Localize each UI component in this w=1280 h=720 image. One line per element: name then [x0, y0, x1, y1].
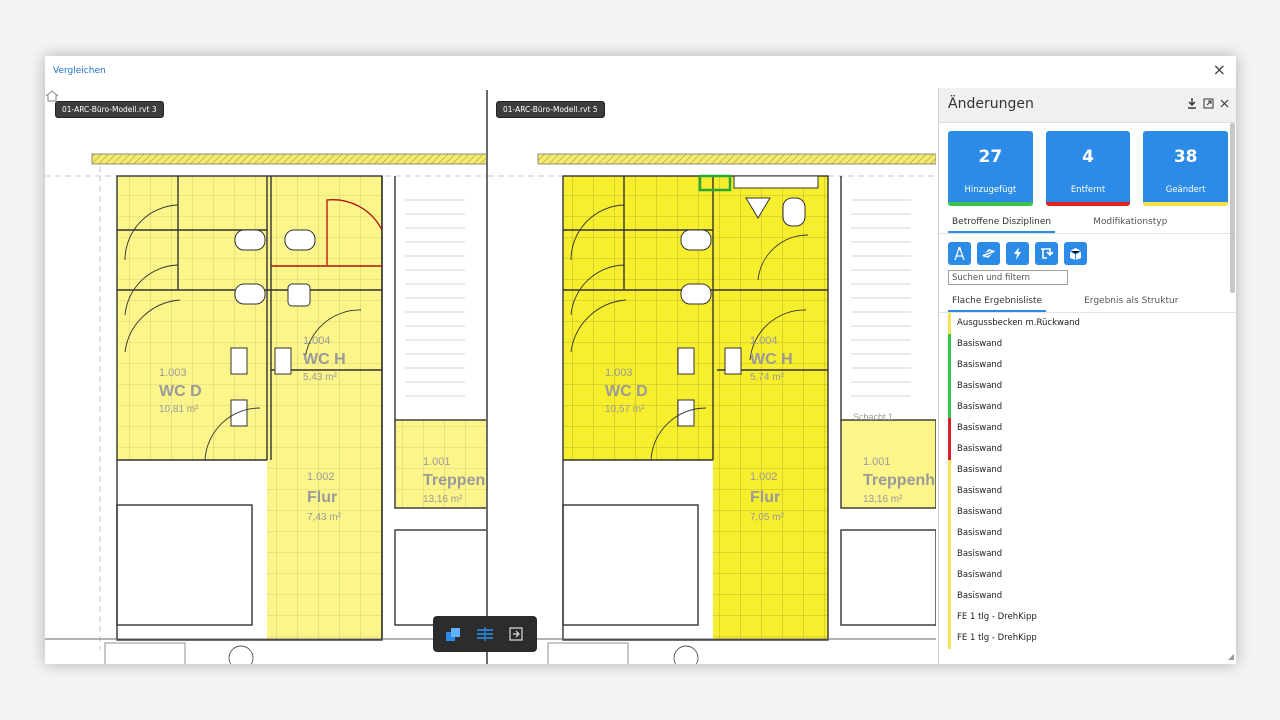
exit-icon [509, 627, 523, 641]
tab-modification-type[interactable]: Modifikationstyp [1089, 214, 1171, 233]
room-area: 7,43 m² [307, 512, 342, 523]
tab-flat-list[interactable]: Flache Ergebnisliste [948, 293, 1047, 312]
room-name: Schacht 1 [853, 412, 893, 422]
removed-bar [1045, 202, 1131, 206]
list-item[interactable]: Basiswand [948, 418, 1236, 439]
discipline-electrical[interactable] [1006, 242, 1029, 265]
modified-bar [1143, 202, 1229, 206]
room-num: 1.003 [159, 367, 187, 379]
list-item[interactable]: Basiswand [948, 334, 1236, 355]
floorplan-right: 1.003 WC D 10,57 m² 1.004 WC H 5,74 m² 1… [488, 153, 936, 664]
discipline-mechanical[interactable] [1064, 242, 1087, 265]
list-item[interactable]: Basiswand [948, 544, 1236, 565]
room-name: Treppen [423, 472, 485, 489]
change-stats: 27 Hinzugefügt 4 Entfernt 38 Geändert [939, 123, 1236, 206]
list-item[interactable]: Basiswand [948, 439, 1236, 460]
room-num: 1.001 [423, 456, 451, 468]
room-area: 10,81 m² [159, 404, 199, 415]
added-bar [948, 202, 1033, 206]
structure-icon [982, 249, 995, 258]
panel-header: Änderungen [939, 88, 1236, 123]
room-name: WC H [750, 351, 793, 368]
panel-title: Änderungen [948, 96, 1034, 112]
room-area: 13,16 m² [863, 494, 903, 505]
result-tabs: Flache Ergebnisliste Ergebnis als Strukt… [939, 293, 1236, 313]
modified-count: 38 [1173, 147, 1198, 167]
list-item[interactable]: Basiswand [948, 460, 1236, 481]
room-area: 7,05 m² [750, 512, 785, 523]
room-num: 1.002 [750, 471, 778, 483]
tab-structure[interactable]: Ergebnis als Struktur [1080, 293, 1182, 312]
room-name: Flur [750, 489, 780, 506]
tab-disciplines[interactable]: Betroffene Disziplinen [948, 214, 1056, 233]
room-name: Treppenh [863, 472, 935, 489]
home-icon[interactable] [45, 90, 59, 102]
list-item[interactable]: Ausgussbecken m.Rückwand [948, 313, 1236, 334]
room-num: 1.003 [605, 367, 633, 379]
room-area: 10,57 m² [605, 404, 645, 415]
room-area: 5,43 m² [303, 372, 338, 383]
removed-count-card[interactable]: 4 Entfernt [1045, 131, 1131, 206]
discipline-structure[interactable] [977, 242, 1000, 265]
list-item[interactable]: FE 1 tlg - DrehKipp [948, 607, 1236, 628]
room-num: 1.002 [307, 471, 335, 483]
split-view-icon [476, 627, 493, 641]
added-label: Hinzugefügt [964, 185, 1017, 195]
result-list: Ausgussbecken m.Rückwand Basiswand Basis… [939, 313, 1236, 649]
list-item[interactable]: Basiswand [948, 481, 1236, 502]
room-name: WC D [605, 383, 648, 400]
added-count-card[interactable]: 27 Hinzugefügt [948, 131, 1033, 206]
compare-modal: Vergleichen × 1.003 WC D 10,81 m² 1.004 … [45, 56, 1236, 664]
room-name: WC D [159, 383, 202, 400]
modified-label: Geändert [1165, 185, 1206, 195]
room-area: 5,74 m² [750, 372, 785, 383]
discipline-architecture[interactable] [948, 242, 971, 265]
mechanical-icon [1069, 248, 1082, 260]
filter-tabs: Betroffene Disziplinen Modifikationstyp [939, 214, 1236, 234]
exit-compare-button[interactable] [504, 622, 528, 646]
room-num: 1.004 [750, 335, 778, 347]
resize-grip-icon[interactable]: ◢ [1228, 652, 1234, 661]
viewer-left[interactable]: 1.003 WC D 10,81 m² 1.004 WC H 5,43 m² 1… [45, 90, 487, 664]
electrical-icon [1014, 247, 1021, 260]
changes-panel: Änderungen 27 Hinzugefügt 4 Entfernt 38 … [938, 88, 1236, 664]
close-panel-icon[interactable] [1220, 99, 1229, 108]
list-item[interactable]: Basiswand [948, 397, 1236, 418]
floorplan-left: 1.003 WC D 10,81 m² 1.004 WC H 5,43 m² 1… [45, 153, 487, 664]
list-item[interactable]: Basiswand [948, 523, 1236, 544]
added-count: 27 [978, 147, 1003, 167]
room-num: 1.001 [863, 456, 891, 468]
list-item[interactable]: Basiswand [948, 502, 1236, 523]
search-input[interactable]: Suchen und filtern [948, 270, 1068, 285]
list-item[interactable]: Basiswand [948, 355, 1236, 376]
overlay-icon [446, 628, 461, 641]
plumbing-icon [1041, 248, 1054, 259]
room-name: WC H [303, 351, 346, 368]
room-area: 13,16 m² [423, 494, 463, 505]
list-item[interactable]: Basiswand [948, 376, 1236, 397]
undock-icon[interactable] [1203, 98, 1214, 109]
modified-count-card[interactable]: 38 Geändert [1143, 131, 1229, 206]
architecture-icon [954, 246, 965, 261]
overlay-mode-button[interactable] [442, 622, 466, 646]
removed-label: Entfernt [1070, 185, 1106, 195]
room-name: Flur [307, 489, 337, 506]
model-label-left: 01-ARC-Büro-Modell.rvt 3 [55, 101, 164, 118]
list-item[interactable]: Basiswand [948, 586, 1236, 607]
discipline-filters [939, 234, 1236, 265]
list-item[interactable]: Basiswand [948, 565, 1236, 586]
removed-count: 4 [1082, 147, 1094, 167]
room-num: 1.004 [303, 335, 331, 347]
modal-title: Vergleichen [53, 66, 106, 76]
discipline-plumbing[interactable] [1035, 242, 1058, 265]
model-label-right: 01-ARC-Büro-Modell.rvt 5 [496, 101, 605, 118]
viewer-right[interactable]: 1.003 WC D 10,57 m² 1.004 WC H 5,74 m² 1… [488, 90, 936, 664]
split-view-button[interactable] [473, 622, 497, 646]
viewer-toolbar [433, 616, 537, 652]
download-icon[interactable] [1187, 97, 1197, 109]
panel-scrollbar[interactable] [1230, 123, 1235, 293]
close-icon[interactable]: × [1213, 61, 1226, 79]
list-item[interactable]: FE 1 tlg - DrehKipp [948, 628, 1236, 649]
